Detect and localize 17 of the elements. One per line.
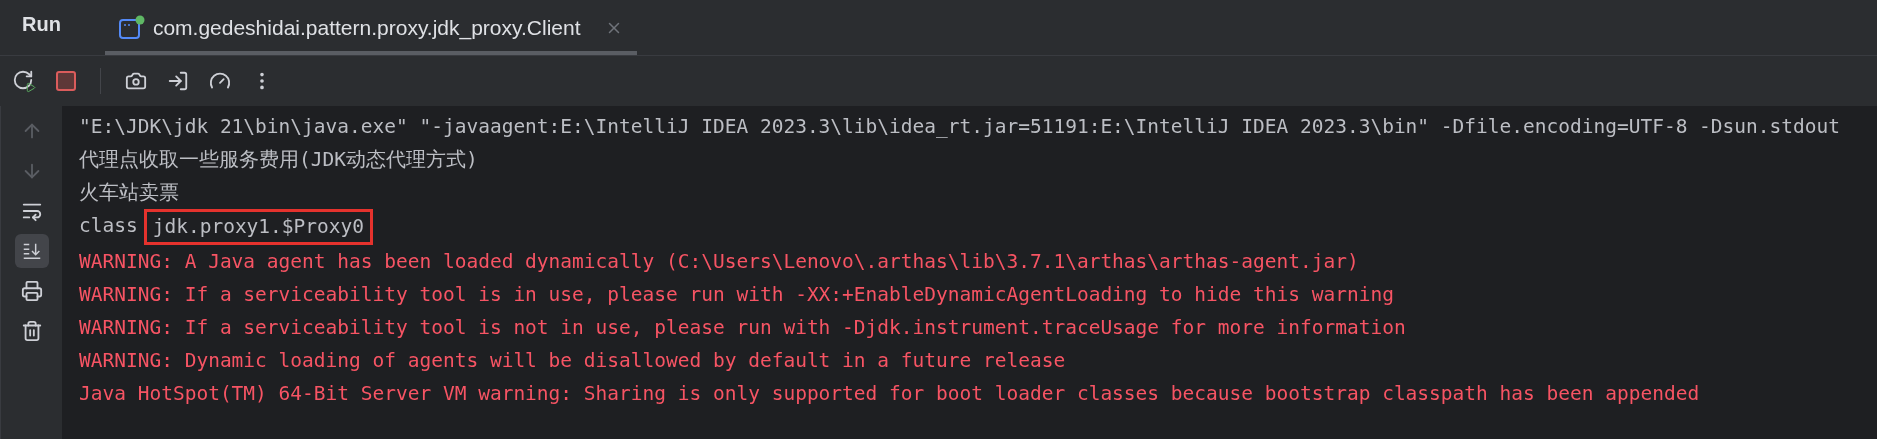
console-line: "E:\JDK\jdk 21\bin\java.exe" "-javaagent:E:\IntelliJ IDEA 2023.3\lib\idea_rt.jar=51191:E:\IntelliJ IDEA 2023.3\bin" -Dfile.encoding=UTF-8 -Dsun.stdout xyxy=(79,114,1840,140)
error-line: WARNING: If a serviceability tool is not in use, please run with -Djdk.instrument.traceUsage for more information xyxy=(79,315,1406,341)
console-line: 代理点收取一些服务费用(JDK动态代理方式) xyxy=(79,147,478,173)
tab-label: com.gedeshidai.pattern.proxy.jdk_proxy.Client xyxy=(152,15,581,42)
error-line: WARNING: If a serviceability tool is in use, please run with -XX:+EnableDynamicAgentLoading to hide this warning xyxy=(79,282,1394,308)
panel-title: Run xyxy=(22,12,61,37)
camera-icon[interactable] xyxy=(125,70,147,92)
rerun-icon[interactable] xyxy=(12,69,36,93)
error-line: WARNING: A Java agent has been loaded dynamically (C:\Users\Lenovo\.arthas\lib\3.7.1\arthas\arthas-agent.jar) xyxy=(79,249,1359,275)
highlight-box: jdk.proxy1.$Proxy0 xyxy=(143,209,374,245)
scroll-end-icon[interactable] xyxy=(14,234,49,268)
exit-icon[interactable] xyxy=(167,70,189,92)
console-line: class xyxy=(79,213,138,239)
stop-icon[interactable] xyxy=(56,71,76,91)
error-line: Java HotSpot(TM) 64-Bit Server VM warning: Sharing is only supported for boot loader classes because bootstrap classpath has been appended xyxy=(79,381,1700,407)
error-line: WARNING: Dynamic loading of agents will be disallowed by default in a future release xyxy=(79,348,1066,374)
console-line: 火车站卖票 xyxy=(79,180,179,206)
